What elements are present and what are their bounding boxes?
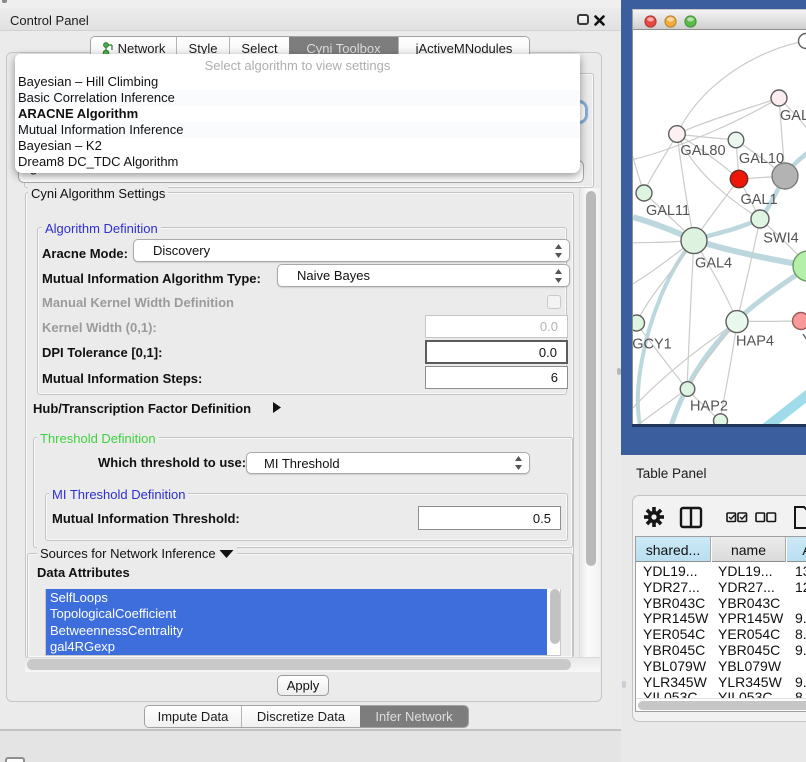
svg-text:GAL2: GAL2	[780, 108, 806, 124]
svg-text:Y: Y	[802, 332, 806, 348]
svg-text:HAP2: HAP2	[690, 399, 728, 415]
svg-text:GAL4: GAL4	[695, 255, 732, 271]
svg-text:HAP4: HAP4	[736, 334, 774, 350]
svg-text:GAL80: GAL80	[680, 143, 725, 159]
svg-text:GCY1: GCY1	[633, 337, 672, 353]
svg-text:GAL1: GAL1	[740, 192, 777, 208]
svg-text:GAL10: GAL10	[739, 151, 784, 167]
svg-text:SWI4: SWI4	[763, 231, 798, 247]
svg-text:GAL11: GAL11	[646, 203, 690, 219]
